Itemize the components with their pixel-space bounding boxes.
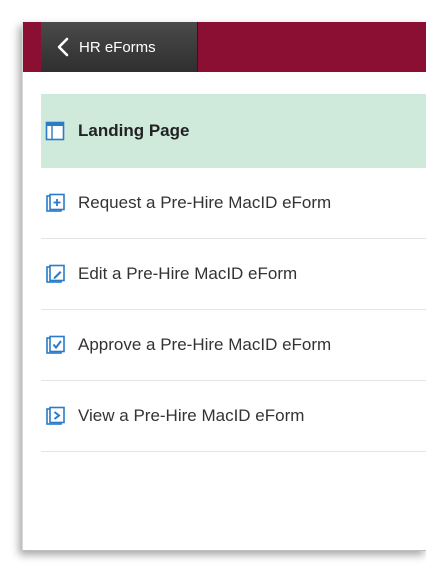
nav-item-view-form[interactable]: View a Pre-Hire MacID eForm	[41, 381, 426, 452]
navigation-panel: HR eForms Landing Page Request a Pre-Hir…	[22, 22, 426, 551]
nav-item-label: Approve a Pre-Hire MacID eForm	[78, 335, 332, 354]
approve-form-icon	[46, 335, 65, 354]
nav-item-request-form[interactable]: Request a Pre-Hire MacID eForm	[41, 168, 426, 239]
request-form-icon	[46, 193, 65, 212]
nav-list: Landing Page Request a Pre-Hire MacID eF…	[41, 94, 426, 452]
landing-page-icon	[45, 121, 65, 140]
screenshot-frame: HR eForms Landing Page Request a Pre-Hir…	[0, 0, 426, 565]
chevron-left-icon	[57, 37, 69, 57]
view-form-icon	[46, 406, 65, 425]
nav-item-label: Landing Page	[78, 120, 190, 140]
back-button[interactable]: HR eForms	[41, 22, 198, 72]
back-button-label: HR eForms	[79, 38, 156, 56]
nav-item-approve-form[interactable]: Approve a Pre-Hire MacID eForm	[41, 310, 426, 381]
nav-item-label: View a Pre-Hire MacID eForm	[78, 406, 305, 425]
edit-form-icon	[46, 264, 65, 283]
nav-item-label: Edit a Pre-Hire MacID eForm	[78, 264, 298, 283]
nav-item-landing-page[interactable]: Landing Page	[41, 94, 426, 168]
nav-item-edit-form[interactable]: Edit a Pre-Hire MacID eForm	[41, 239, 426, 310]
nav-item-label: Request a Pre-Hire MacID eForm	[78, 193, 332, 212]
app-header-bar: HR eForms	[23, 22, 426, 72]
